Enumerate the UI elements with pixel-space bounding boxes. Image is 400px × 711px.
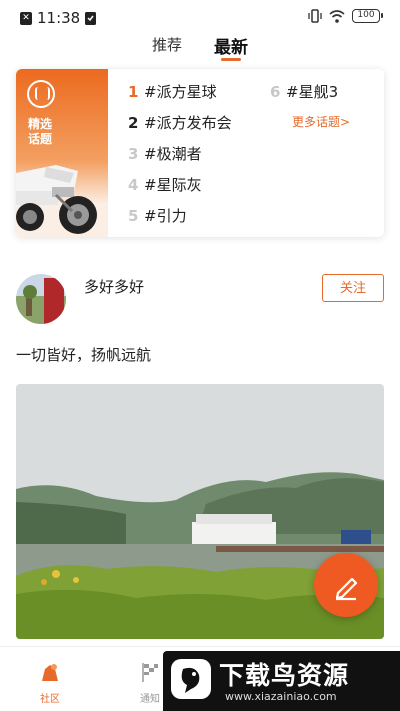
- avatar[interactable]: [16, 274, 66, 324]
- tab-latest[interactable]: 最新: [214, 33, 248, 58]
- topic-rank: 4: [128, 176, 139, 194]
- follow-button[interactable]: 关注: [322, 274, 384, 302]
- topic-label: #星舰3: [286, 83, 339, 101]
- active-tab-indicator: [221, 58, 241, 61]
- watermark-title: 下载鸟资源: [219, 661, 350, 690]
- motorcycle-image: [16, 165, 97, 234]
- brand-logo-icon: [27, 80, 55, 108]
- tab-recommended[interactable]: 推荐: [152, 34, 182, 55]
- compose-button[interactable]: [314, 553, 378, 617]
- banner-title-line1: 精选: [28, 117, 53, 131]
- topic-item[interactable]: 1 #派方星球: [128, 81, 217, 102]
- topic-label: #派方星球: [144, 83, 217, 101]
- featured-topics-banner[interactable]: 精选 话题: [16, 69, 108, 237]
- post-username[interactable]: 多好多好: [84, 276, 144, 297]
- battery-icon: 100: [352, 9, 383, 23]
- nav-community[interactable]: 社区: [30, 661, 70, 705]
- site-watermark: 下载鸟资源 www.xiazainiao.com: [163, 651, 400, 711]
- banner-title-line2: 话题: [28, 132, 53, 146]
- status-time: 11:38: [37, 9, 81, 27]
- topic-rank: 6: [270, 83, 281, 101]
- post-text: 一切皆好，扬帆远航: [16, 346, 152, 364]
- topic-label: #极潮者: [144, 145, 202, 163]
- topic-item[interactable]: 6 #星舰3: [270, 81, 338, 102]
- topic-label: #派方发布会: [144, 114, 232, 132]
- status-bar: ✕ 11:38 100: [0, 0, 400, 34]
- close-notification-icon: ✕: [20, 11, 32, 25]
- topic-rank: 3: [128, 145, 139, 163]
- pencil-icon: [335, 577, 358, 601]
- watermark-url: www.xiazainiao.com: [225, 690, 337, 703]
- topic-rank: 2: [128, 114, 139, 132]
- topic-label: #引力: [144, 207, 187, 225]
- avatar-image: [16, 274, 66, 324]
- vibrate-icon: [308, 9, 322, 23]
- bird-logo-icon: [171, 659, 211, 699]
- topic-rank: 1: [128, 83, 139, 101]
- topic-item[interactable]: 5 #引力: [128, 205, 187, 226]
- hot-topics-card: 精选 话题 1 #派方星球 2 #派方发布会 3 #极潮者 4 #星际灰 5 #…: [16, 69, 384, 237]
- more-topics-link[interactable]: 更多话题>: [292, 113, 350, 130]
- wifi-icon: [329, 9, 345, 23]
- topic-rank: 5: [128, 207, 139, 225]
- topic-item[interactable]: 3 #极潮者: [128, 143, 202, 164]
- checkered-flag-icon: [142, 663, 158, 682]
- topic-label: #星际灰: [144, 176, 202, 194]
- topic-item[interactable]: 4 #星际灰: [128, 174, 202, 195]
- clipboard-icon: [85, 12, 97, 25]
- feed-tabs: 推荐 最新: [0, 34, 400, 64]
- nav-community-label: 社区: [40, 694, 60, 705]
- topic-item[interactable]: 2 #派方发布会: [128, 112, 232, 133]
- community-icon: [42, 664, 58, 681]
